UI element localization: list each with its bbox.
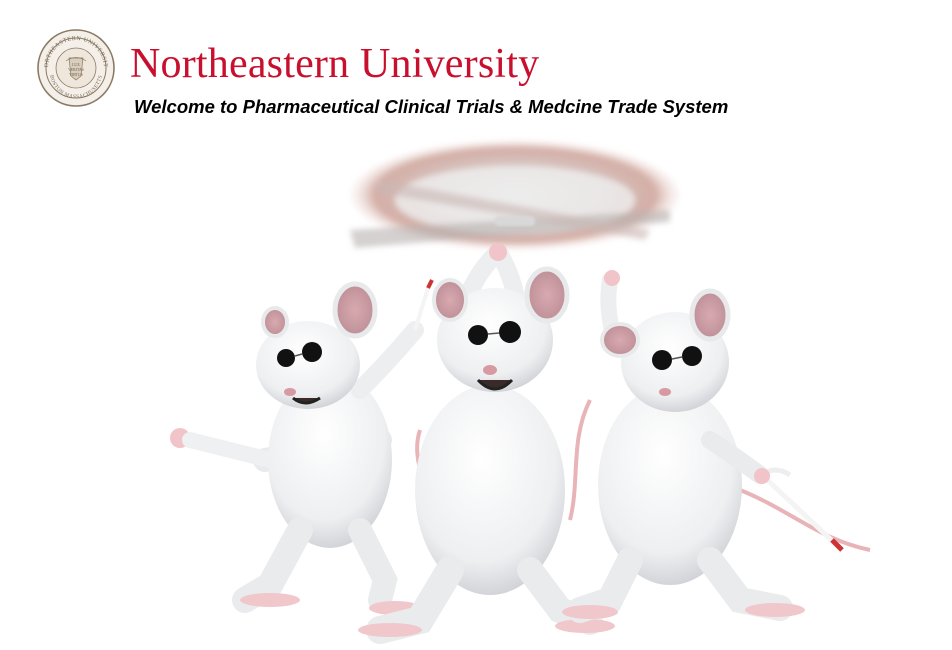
svg-text:LUX: LUX	[72, 63, 80, 67]
blind-mice-illustration	[170, 140, 871, 644]
mouse-left	[170, 279, 434, 615]
university-name: Northeastern University	[130, 41, 540, 87]
university-seal-icon: NORTHEASTERN UNIVERSITY BOSTON MASSACHUS…	[36, 28, 115, 107]
welcome-title: Welcome to Pharmaceutical Clinical Trial…	[134, 96, 729, 117]
mouse-right	[562, 270, 844, 623]
svg-text:VIRTUS: VIRTUS	[69, 73, 82, 77]
svg-text:VERITAS: VERITAS	[68, 68, 84, 72]
rotor-blur	[350, 140, 680, 250]
page-header: NORTHEASTERN UNIVERSITY BOSTON MASSACHUS…	[0, 0, 952, 130]
